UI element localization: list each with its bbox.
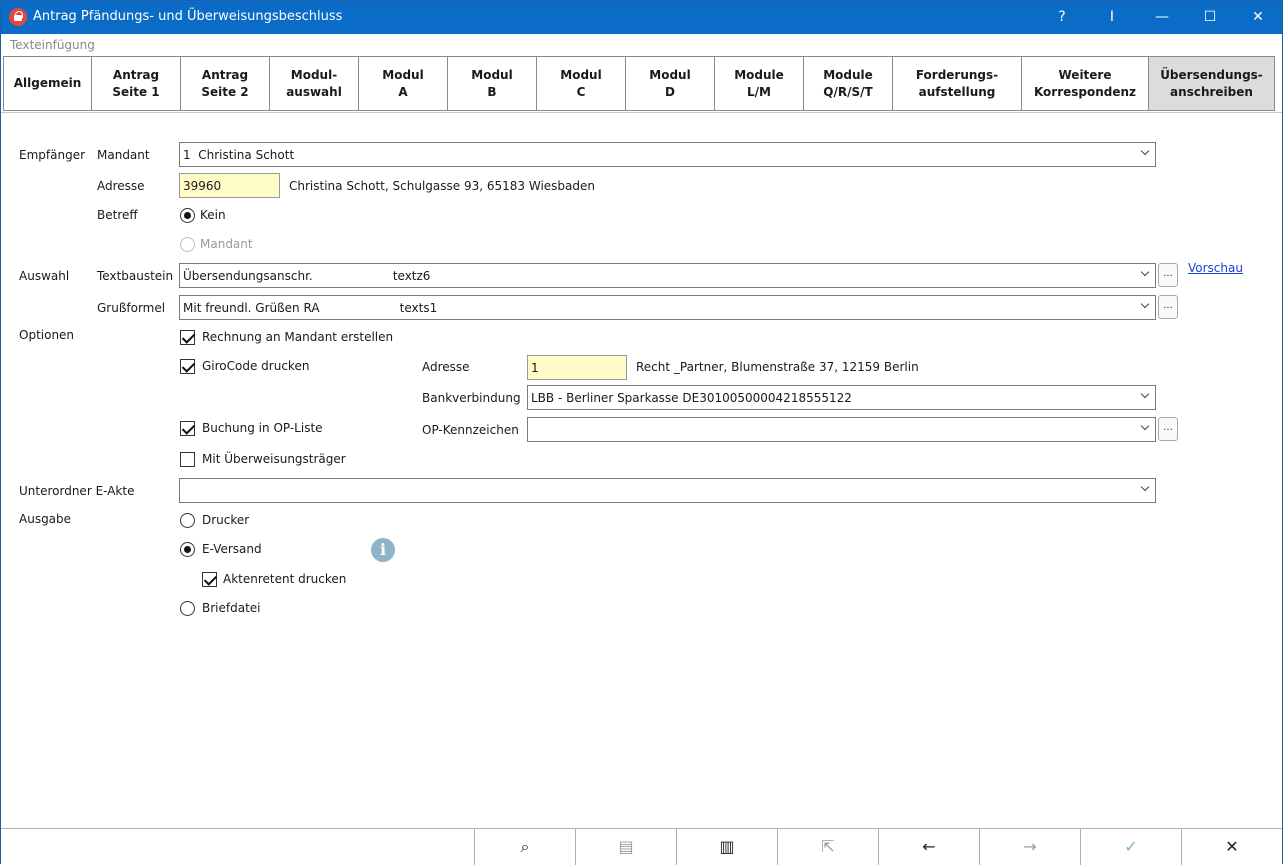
op-adresse-text: Recht _Partner, Blumenstraße 37, 12159 B… [636,360,919,374]
ok-button[interactable]: ✓ [1080,829,1181,865]
op-adresse-field[interactable]: 1 [527,355,627,380]
tab-modul-c[interactable]: Modul C [536,56,625,111]
girocode-label: GiroCode drucken [202,359,310,373]
bankverbindung-select[interactable]: LBB - Berliner Sparkasse DE3010050000421… [527,385,1156,410]
eversand-label: E-Versand [202,542,262,556]
mandant-select[interactable]: 1 Christina Schott [179,142,1156,167]
briefdatei-label: Briefdatei [202,601,261,615]
bankverbindung-value: LBB - Berliner Sparkasse DE3010050000421… [531,391,852,405]
minimize-button[interactable]: — [1139,1,1185,34]
op-adresse-value: 1 [531,361,539,375]
betreff-mandant-label: Mandant [200,237,253,251]
op-adresse-label: Adresse [422,360,470,374]
bankverbindung-label: Bankverbindung [422,391,521,405]
chevron-down-icon [1139,482,1151,494]
tab-module-qrst[interactable]: Module Q/R/S/T [803,56,892,111]
adresse-field[interactable]: 39960 [179,173,280,198]
maximize-button[interactable]: ☐ [1187,1,1233,34]
adresse-value: 39960 [183,179,222,193]
op-kennzeichen-select[interactable] [527,417,1156,442]
mandant-value: 1 Christina Schott [183,148,295,162]
textbaustein-value: Übersendungsanschr. textz6 [183,269,431,283]
tab-allgemein[interactable]: Allgemein [3,56,91,111]
document-save-button[interactable]: ▥ [676,829,777,865]
textbaustein-label: Textbaustein [97,269,174,283]
rechnung-checkbox[interactable] [180,330,195,345]
document-export-button[interactable]: ⇱ [777,829,878,865]
tab-modul-b[interactable]: Modul B [447,56,536,111]
close-button[interactable]: ✕ [1235,1,1281,34]
ueberweisung-checkbox[interactable] [180,452,195,467]
aktenretent-label: Aktenretent drucken [223,572,347,586]
main-window: Antrag Pfändungs- und Überweisungsbeschl… [0,0,1283,865]
tab-weitere-korrespondenz[interactable]: Weitere Korrespondenz [1021,56,1148,111]
auswahl-label: Auswahl [19,269,70,283]
empfaenger-label: Empfänger [19,148,86,162]
optionen-label: Optionen [19,328,75,342]
chevron-down-icon [1139,389,1151,401]
grussformel-value: Mit freundl. Grüßen RA texts1 [183,301,438,315]
tab-modul-d[interactable]: Modul D [625,56,714,111]
buchung-label: Buchung in OP-Liste [202,421,323,435]
drucker-radio[interactable] [180,513,195,528]
betreff-mandant-radio [180,237,195,252]
window-title: Antrag Pfändungs- und Überweisungsbeschl… [33,9,343,24]
chevron-down-icon [1139,146,1151,158]
chevron-down-icon [1139,421,1151,433]
unterordner-label: Unterordner E-Akte [19,484,135,498]
betreff-kein-radio[interactable] [180,208,195,223]
ueberweisung-label: Mit Überweisungsträger [202,452,346,466]
tab-antrag-seite-1[interactable]: Antrag Seite 1 [91,56,180,111]
unterordner-select[interactable] [179,478,1156,503]
textbaustein-browse-button[interactable]: ... [1158,263,1178,287]
tab-module-lm[interactable]: Module L/M [714,56,803,111]
girocode-checkbox[interactable] [180,359,195,374]
tab-antrag-seite-2[interactable]: Antrag Seite 2 [180,56,269,111]
help-button[interactable]: ? [1039,1,1085,34]
adresse-text: Christina Schott, Schulgasse 93, 65183 W… [289,179,595,193]
ausgabe-label: Ausgabe [19,512,72,526]
tab-bar: Allgemein Antrag Seite 1 Antrag Seite 2 … [3,56,1275,112]
tab-modulauswahl[interactable]: Modul- auswahl [269,56,358,111]
op-kennzeichen-label: OP-Kennzeichen [422,423,519,437]
grussformel-select[interactable]: Mit freundl. Grüßen RA texts1 [179,295,1156,320]
buchung-checkbox[interactable] [180,421,195,436]
back-button[interactable]: ← [878,829,979,865]
lock-icon [9,8,27,26]
rechnung-label: Rechnung an Mandant erstellen [202,330,394,344]
tab-modul-a[interactable]: Modul A [358,56,447,111]
title-bar: Antrag Pfändungs- und Überweisungsbeschl… [1,1,1282,34]
betreff-kein-label: Kein [200,208,226,222]
chevron-down-icon [1139,267,1151,279]
pin-button[interactable]: I [1089,1,1135,34]
footer-toolbar: ⌕ ▤ ▥ ⇱ ← → ✓ ✕ [1,828,1282,865]
mandant-label: Mandant [97,148,150,162]
grussformel-browse-button[interactable]: ... [1158,295,1178,319]
tab-uebersendungsanschreiben[interactable]: Übersendungs- anschreiben [1148,56,1275,111]
grussformel-label: Grußformel [97,301,166,315]
search-button[interactable]: ⌕ [474,829,575,865]
textbaustein-select[interactable]: Übersendungsanschr. textz6 [179,263,1156,288]
vorschau-link[interactable]: Vorschau [1188,261,1243,275]
betreff-label: Betreff [97,208,138,222]
document-icon-button[interactable]: ▤ [575,829,676,865]
drucker-label: Drucker [202,513,250,527]
op-kennzeichen-browse-button[interactable]: ... [1158,417,1178,441]
menu-texteinfuegung[interactable]: Texteinfügung [10,38,95,52]
chevron-down-icon [1139,299,1151,311]
cancel-button[interactable]: ✕ [1181,829,1282,865]
info-icon[interactable]: i [371,538,395,562]
adresse-label: Adresse [97,179,145,193]
forward-button[interactable]: → [979,829,1080,865]
eversand-radio[interactable] [180,542,195,557]
briefdatei-radio[interactable] [180,601,195,616]
aktenretent-checkbox[interactable] [202,572,217,587]
tab-forderungsaufstellung[interactable]: Forderungs- aufstellung [892,56,1021,111]
